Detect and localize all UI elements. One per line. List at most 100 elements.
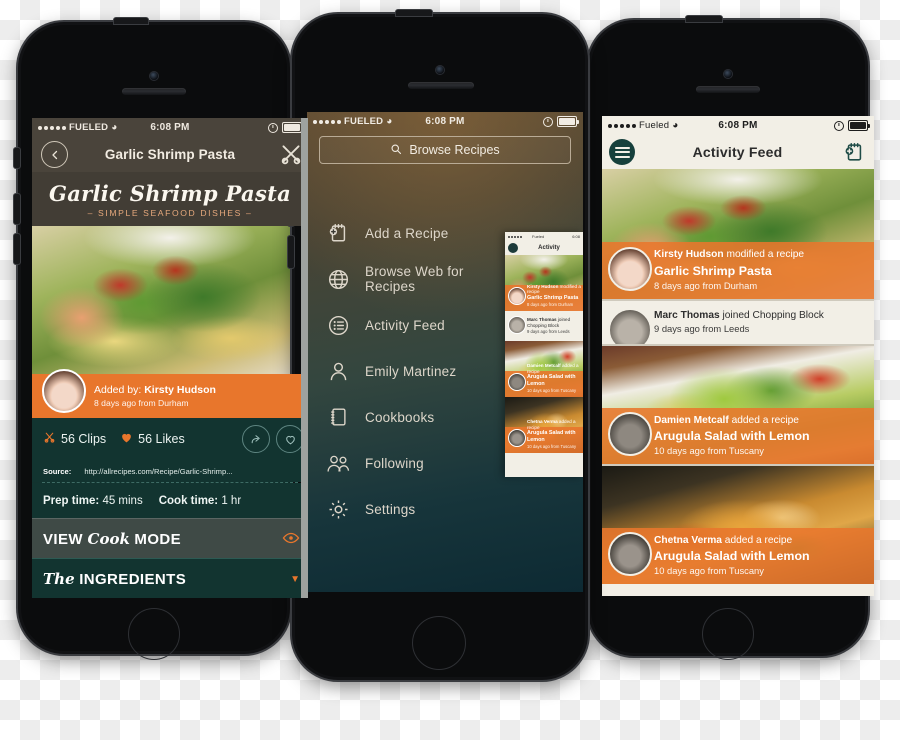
menu-item-label: Add a Recipe (365, 225, 449, 241)
status-time: 6:08 PM (425, 116, 465, 127)
cook-mode-pre: VIEW (43, 531, 88, 548)
preview-carrier: Fueled (532, 234, 545, 239)
front-camera-icon (724, 70, 732, 78)
signal-dots-icon (508, 235, 522, 238)
list-item[interactable]: Chetna Verma added a recipe Arugula Sala… (505, 397, 583, 453)
clips-count: 56 Clips (61, 432, 107, 446)
ingredients-row[interactable]: The INGREDIENTS ▼ (32, 558, 308, 598)
middle-status-bar: FUELED ◕ 6:08 PM (307, 112, 583, 131)
feed-action: added a recipe (721, 534, 793, 546)
volume-down-middle[interactable] (288, 236, 294, 268)
avatar (608, 308, 652, 345)
hamburger-menu-icon[interactable] (609, 139, 635, 165)
table-row[interactable]: Marc Thomas joined Chopping Block 9 days… (602, 301, 874, 345)
battery-icon (848, 120, 870, 131)
preview-card-text: Damien Metcalf added a recipe Arugula Sa… (527, 363, 581, 393)
middle-screen: FUELED ◕ 6:08 PM Browse Recipes Fueled 6… (307, 112, 583, 592)
preview-status-bar: Fueled 6:08 (505, 232, 583, 241)
activity-feed-list[interactable]: Kirsty Hudson modified a recipe Garlic S… (602, 169, 874, 596)
volume-down-left[interactable] (14, 234, 20, 264)
clips-stat[interactable]: 56 Clips (43, 431, 106, 447)
menu-item-settings[interactable]: Settings (307, 486, 507, 532)
heart-outline-icon[interactable] (276, 425, 304, 453)
home-button-right[interactable] (702, 608, 754, 660)
recipe-action-buttons (242, 425, 308, 453)
page-title: Activity Feed (692, 144, 783, 160)
feed-user: Damien Metcalf (654, 414, 729, 426)
likes-count: 56 Likes (138, 432, 185, 446)
feed-action: added a recipe (728, 414, 799, 426)
cook-mode-post: MODE (129, 531, 182, 548)
add-recipe-icon (323, 218, 353, 248)
preview-user: Chetna Verma (527, 418, 558, 424)
source-url: http://allrecipes.com/Recipe/Garlic-Shri… (84, 466, 233, 476)
menu-item-label: Following (365, 455, 424, 471)
table-row[interactable]: Chetna Verma added a recipe Arugula Sala… (602, 466, 874, 585)
menu-item-label: Settings (365, 501, 416, 517)
likes-stat[interactable]: 56 Likes (120, 431, 185, 447)
hamburger-menu-icon[interactable] (508, 243, 518, 253)
preview-card-text: Kirsty Hudson modified a recipe Garlic S… (527, 284, 581, 307)
feed-meta: 8 days ago from Durham (654, 279, 758, 291)
recipe-hero-image (32, 226, 308, 374)
table-row[interactable]: Kirsty Hudson modified a recipe Garlic S… (602, 169, 874, 299)
ingredients-post: INGREDIENTS (74, 571, 187, 588)
menu-item-label: Emily Martinez (365, 363, 457, 379)
table-row[interactable]: Damien Metcalf added a recipe Arugula Sa… (602, 346, 874, 465)
mockup-stage: FUELED ◕ 6:08 PM Garlic Shrimp Pasta Gar… (0, 0, 900, 740)
menu-item-label: Browse Web for Recipes (365, 264, 464, 294)
list-item[interactable]: Damien Metcalf added a recipe Arugula Sa… (505, 341, 583, 397)
scissors-icon (43, 431, 56, 447)
cook-mode-script: Cook (87, 530, 130, 548)
mute-switch-left[interactable] (14, 148, 20, 168)
list-circle-icon (323, 310, 353, 340)
feed-action: joined Chopping Block (719, 310, 824, 321)
search-icon (390, 143, 402, 158)
share-arrow-icon[interactable] (242, 425, 270, 453)
recipe-source-row[interactable]: Source: http://allrecipes.com/Recipe/Gar… (32, 460, 308, 482)
feed-recipe: Garlic Shrimp Pasta (654, 263, 772, 278)
volume-up-left[interactable] (14, 194, 20, 224)
list-item[interactable]: Kirsty Hudson modified a recipe Garlic S… (505, 255, 583, 311)
left-screen: FUELED ◕ 6:08 PM Garlic Shrimp Pasta Gar… (32, 118, 308, 598)
earpiece-speaker (122, 88, 186, 95)
feed-preview-panel[interactable]: Fueled 6:08 Activity Kirsty Hudson modif… (505, 232, 583, 477)
preview-recipe: Garlic Shrimp Pasta (527, 295, 579, 301)
menu-item-cookbooks[interactable]: Cookbooks (307, 394, 507, 440)
preview-recipe: Arugula Salad with Lemon (527, 430, 576, 443)
back-chevron-icon[interactable] (41, 141, 68, 168)
avatar (42, 369, 86, 413)
preview-meta: 10 days ago from Tuscany (527, 387, 577, 393)
users-icon (323, 448, 353, 478)
ingredients-script: The (43, 570, 75, 588)
battery-icon (282, 122, 304, 133)
preview-user: Damien Metcalf (527, 362, 561, 368)
feed-card-overlay: Damien Metcalf added a recipe Arugula Sa… (602, 407, 874, 465)
power-button-right[interactable] (686, 16, 722, 22)
recipe-subtitle: – SIMPLE SEAFOOD DISHES – (87, 207, 253, 218)
view-cook-mode-row[interactable]: VIEW Cook MODE (32, 518, 308, 559)
added-by-user: Kirsty Hudson (144, 383, 216, 396)
menu-item-label: Cookbooks (365, 409, 435, 425)
heart-icon (120, 431, 133, 447)
right-status-bar: Fueled ◕ 6:08 PM (602, 116, 874, 135)
preview-meta: 8 days ago from Durham (527, 301, 574, 307)
menu-item-profile[interactable]: Emily Martinez (307, 348, 507, 394)
home-button-left[interactable] (128, 608, 180, 660)
home-button-middle[interactable] (412, 616, 466, 670)
list-item[interactable]: Marc Thomas joined Chopping Block 9 days… (505, 311, 583, 341)
menu-item-activity-feed[interactable]: Activity Feed (307, 302, 507, 348)
power-button-middle[interactable] (396, 10, 432, 16)
power-button-left[interactable] (114, 18, 148, 24)
menu-item-add-a-recipe[interactable]: Add a Recipe (307, 210, 507, 256)
menu-item-following[interactable]: Following (307, 440, 507, 486)
search-input[interactable]: Browse Recipes (319, 136, 571, 164)
left-status-bar: FUELED ◕ 6:08 PM (32, 118, 308, 137)
added-by-bar[interactable]: Added by: Kirsty Hudson 8 days ago from … (32, 369, 308, 418)
recipe-stats-bar: 56 Clips 56 Likes (32, 418, 308, 460)
add-recipe-icon[interactable] (840, 141, 868, 163)
rotation-lock-icon (543, 116, 553, 127)
screen-right-shadow-edge (301, 118, 308, 598)
feed-user: Marc Thomas (654, 310, 720, 321)
menu-item-browse-web-for-recipes[interactable]: Browse Web for Recipes (307, 256, 507, 302)
